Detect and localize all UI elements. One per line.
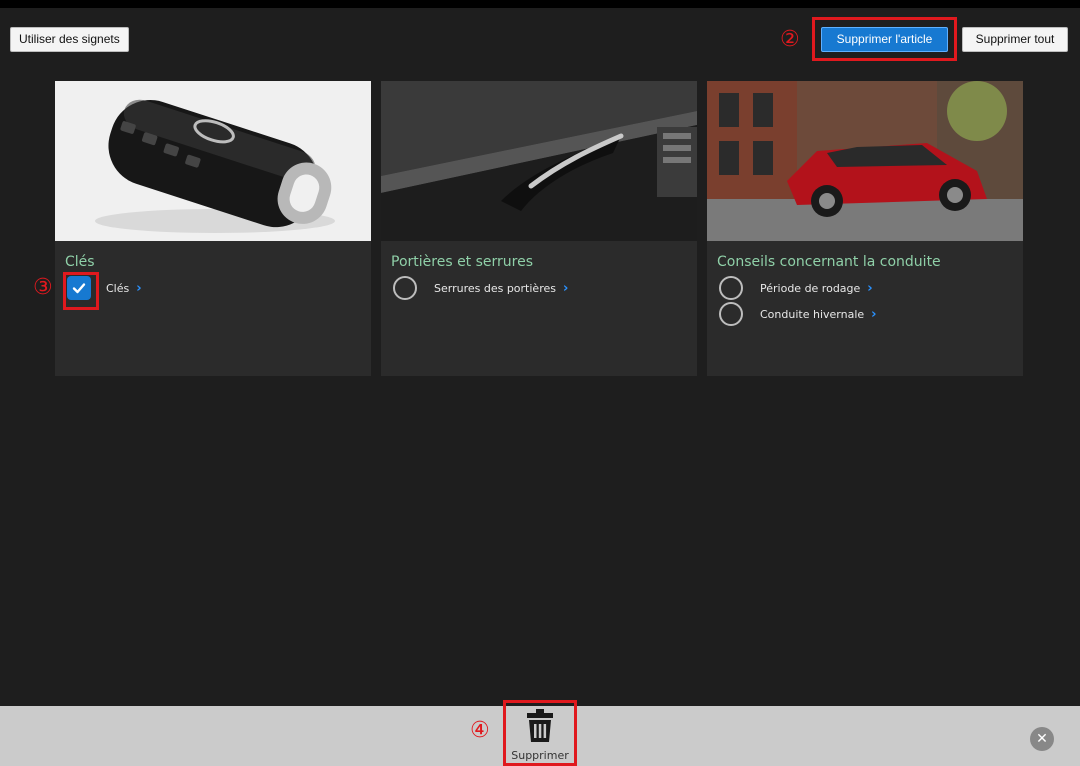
card-doors-locks[interactable]: Portières et serrures Serrures des porti… <box>381 81 697 376</box>
delete-all-button[interactable]: Supprimer tout <box>962 27 1068 52</box>
checkbox-unchecked[interactable] <box>719 302 743 326</box>
list-item[interactable]: Serrures des portières › <box>393 276 568 300</box>
door-handle-image <box>381 81 697 241</box>
step-2-marker: ② <box>780 27 800 52</box>
chevron-right-icon[interactable]: › <box>867 281 872 296</box>
card-title: Portières et serrures <box>391 254 534 270</box>
checkbox-unchecked[interactable] <box>393 276 417 300</box>
chevron-right-icon[interactable]: › <box>563 281 568 296</box>
item-label[interactable]: Période de rodage <box>760 282 860 295</box>
chevron-right-icon[interactable]: › <box>871 307 876 322</box>
key-fob-image <box>55 81 371 241</box>
delete-button-label[interactable]: Supprimer <box>503 749 577 762</box>
use-bookmarks-button[interactable]: Utiliser des signets <box>10 27 129 52</box>
close-icon[interactable]: ✕ <box>1030 727 1054 751</box>
delete-article-button[interactable]: Supprimer l'article <box>821 27 948 52</box>
chevron-right-icon[interactable]: › <box>136 281 141 296</box>
highlight-checkbox <box>63 272 99 310</box>
card-title: Conseils concernant la conduite <box>717 254 941 270</box>
step-4-marker: ④ <box>470 718 490 743</box>
list-item[interactable]: Période de rodage › <box>719 276 873 300</box>
item-label[interactable]: Serrures des portières <box>434 282 556 295</box>
checkbox-unchecked[interactable] <box>719 276 743 300</box>
item-label[interactable]: Clés <box>106 282 129 295</box>
item-label[interactable]: Conduite hivernale <box>760 308 864 321</box>
list-item[interactable]: Conduite hivernale › <box>719 302 877 326</box>
step-3-marker: ③ <box>33 275 53 300</box>
card-driving-tips[interactable]: Conseils concernant la conduite Période … <box>707 81 1023 376</box>
top-strip <box>0 0 1080 8</box>
card-title: Clés <box>65 254 95 270</box>
trash-icon[interactable] <box>527 709 553 743</box>
card-keys[interactable]: Clés Clés › <box>55 81 371 376</box>
red-suv-image <box>707 81 1023 241</box>
